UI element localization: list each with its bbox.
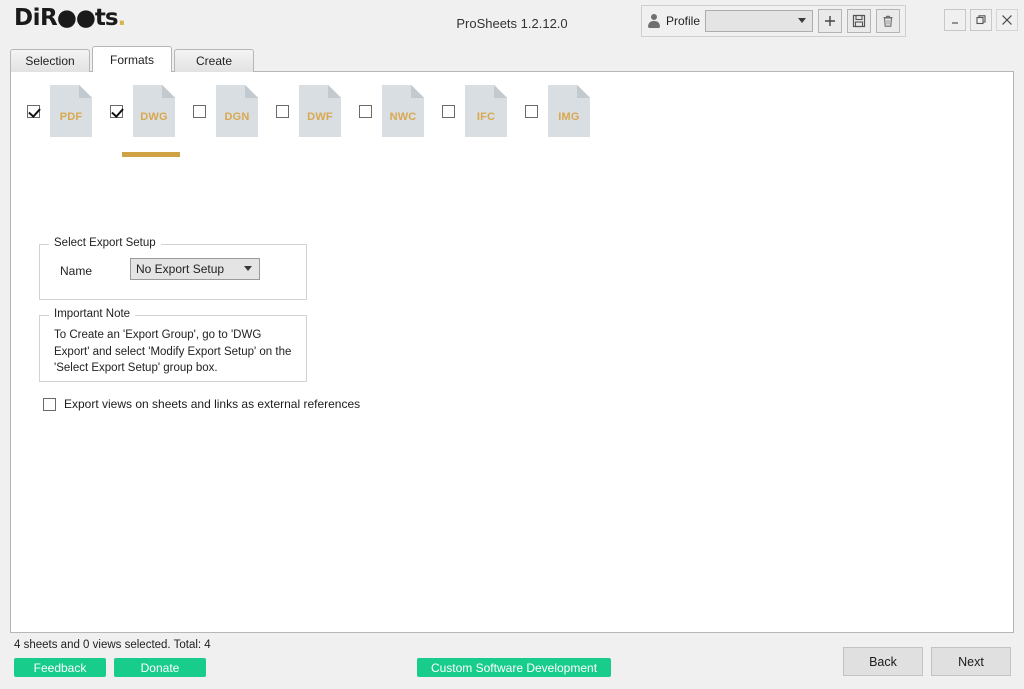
back-button[interactable]: Back [843, 647, 923, 676]
custom-software-development-button[interactable]: Custom Software Development [417, 658, 611, 677]
pdf-file-icon[interactable]: PDF [50, 85, 92, 137]
format-dgn-checkbox[interactable] [193, 104, 206, 118]
next-button[interactable]: Next [931, 647, 1011, 676]
format-selector-row: PDF DWG DGN DWF NWC IFC IMG [27, 85, 608, 157]
format-ifc-label: IFC [476, 111, 496, 123]
selection-status: 4 sheets and 0 views selected. Total: 4 [14, 639, 211, 651]
floppy-disk-icon [852, 14, 866, 28]
format-dwg-label: DWG [140, 111, 168, 123]
restore-button[interactable] [970, 9, 992, 31]
format-dwf-label: DWF [307, 111, 333, 123]
export-setup-value: No Export Setup [136, 262, 225, 276]
format-dgn[interactable]: DGN [193, 85, 276, 137]
important-note-text: To Create an 'Export Group', go to 'DWG … [54, 329, 292, 375]
window-controls [944, 9, 1018, 31]
nwc-file-icon[interactable]: NWC [382, 85, 424, 137]
prosheets-window: DiR●●ts. ProSheets 1.2.12.0 Profile Sele… [0, 0, 1024, 689]
donate-button[interactable]: Donate [114, 658, 206, 677]
profile-label: Profile [666, 14, 701, 28]
format-dgn-label: DGN [224, 111, 250, 123]
tab-selection[interactable]: Selection [10, 49, 90, 72]
close-icon [1002, 15, 1012, 25]
format-dwg[interactable]: DWG [110, 85, 193, 157]
format-nwc-checkbox[interactable] [359, 104, 372, 118]
dwf-file-icon[interactable]: DWF [299, 85, 341, 137]
minimize-icon [952, 22, 958, 24]
name-label: Name [60, 264, 93, 278]
profile-bar: Profile [641, 5, 906, 37]
format-ifc-checkbox[interactable] [442, 104, 455, 118]
export-views-checkbox[interactable] [43, 397, 56, 411]
format-dwg-checkbox[interactable] [110, 104, 123, 118]
img-file-icon[interactable]: IMG [548, 85, 590, 137]
plus-icon [825, 16, 835, 26]
tab-formats[interactable]: Formats [92, 46, 172, 72]
format-dwf[interactable]: DWF [276, 85, 359, 137]
format-nwc[interactable]: NWC [359, 85, 442, 137]
delete-profile-button[interactable] [876, 9, 900, 33]
chevron-down-icon [798, 18, 806, 23]
format-img[interactable]: IMG [525, 85, 608, 137]
format-pdf-label: PDF [59, 111, 83, 123]
formats-panel: PDF DWG DGN DWF NWC IFC IMG Select Expor… [10, 71, 1014, 633]
export-views-label: Export views on sheets and links as exte… [64, 397, 361, 411]
select-export-setup-group: Select Export Setup Name No Export Setup [39, 237, 307, 300]
format-pdf-checkbox[interactable] [27, 104, 40, 118]
format-dwf-checkbox[interactable] [276, 104, 289, 118]
format-ifc[interactable]: IFC [442, 85, 525, 137]
active-format-indicator [122, 152, 180, 157]
tab-strip: Selection Formats Create [10, 46, 256, 72]
profile-select[interactable] [705, 10, 813, 32]
dgn-file-icon[interactable]: DGN [216, 85, 258, 137]
trash-icon [883, 15, 893, 27]
minimize-button[interactable] [944, 9, 966, 31]
feedback-button[interactable]: Feedback [14, 658, 106, 677]
export-views-external-refs-option[interactable]: Export views on sheets and links as exte… [43, 397, 360, 411]
save-profile-button[interactable] [847, 9, 871, 33]
title-bar: DiR●●ts. ProSheets 1.2.12.0 Profile [0, 0, 1024, 45]
important-note-title: Important Note [49, 308, 136, 320]
chevron-down-icon [244, 266, 252, 271]
restore-icon [976, 15, 986, 25]
select-export-setup-title: Select Export Setup [49, 237, 161, 249]
format-img-label: IMG [558, 111, 580, 123]
important-note-group: Important Note To Create an 'Export Grou… [39, 308, 307, 382]
add-profile-button[interactable] [818, 9, 842, 33]
dwg-file-icon[interactable]: DWG [133, 85, 175, 137]
close-button[interactable] [996, 9, 1018, 31]
format-nwc-label: NWC [389, 111, 417, 123]
format-pdf[interactable]: PDF [27, 85, 110, 137]
export-setup-select[interactable]: No Export Setup [130, 258, 260, 280]
person-icon [647, 13, 661, 29]
format-img-checkbox[interactable] [525, 104, 538, 118]
tab-create[interactable]: Create [174, 49, 254, 72]
ifc-file-icon[interactable]: IFC [465, 85, 507, 137]
